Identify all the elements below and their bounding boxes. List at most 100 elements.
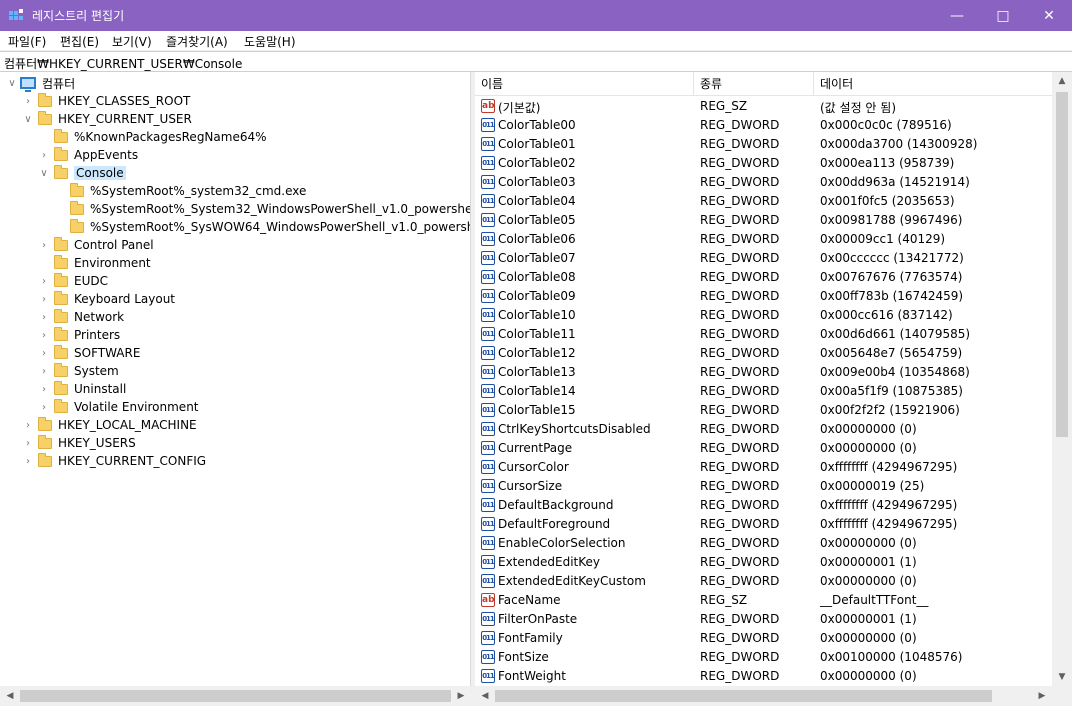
value-row[interactable]: 011 EnableColorSelection REG_DWORD 0x000000… — [475, 534, 1053, 553]
tree-item[interactable]: › Keyboard Layout — [38, 290, 175, 308]
value-row[interactable]: 011 ColorTable14 REG_DWORD 0x00a5f1f9 (1087… — [475, 382, 1053, 401]
value-row[interactable]: 011 ColorTable04 REG_DWORD 0x001f0fc5 (2035… — [475, 192, 1053, 211]
maximize-button[interactable]: □ — [980, 0, 1026, 31]
value-row[interactable]: 011 FilterOnPaste REG_DWORD 0x00000001 (1) — [475, 610, 1053, 629]
menu-edit[interactable]: 편집(E) — [60, 33, 99, 50]
menu-file[interactable]: 파일(F) — [8, 33, 46, 50]
chevron-right-icon[interactable]: › — [22, 434, 34, 452]
value-row[interactable]: 011 DefaultForeground REG_DWORD 0xffffffff … — [475, 515, 1053, 534]
chevron-down-icon[interactable]: ∨ — [38, 164, 50, 182]
value-row[interactable]: 011 ColorTable12 REG_DWORD 0x005648e7 (5654… — [475, 344, 1053, 363]
value-row[interactable]: 011 CtrlKeyShortcutsDisabled REG_DWORD 0x00… — [475, 420, 1053, 439]
close-button[interactable]: ✕ — [1026, 0, 1072, 31]
key-tree-pane[interactable]: ∨ 컴퓨터 › HKEY_CLASSES_ROOT ∨ HKEY_CURRENT_USER… — [0, 72, 471, 706]
chevron-right-icon[interactable]: › — [22, 416, 34, 434]
tree-item[interactable]: › HKEY_LOCAL_MACHINE — [22, 416, 197, 434]
scroll-down-icon[interactable]: ▼ — [1052, 668, 1072, 686]
tree-item[interactable]: %KnownPackagesRegName64% — [38, 128, 267, 146]
chevron-right-icon[interactable]: › — [38, 290, 50, 308]
folder-icon — [70, 200, 84, 215]
value-row[interactable]: 011 ColorTable09 REG_DWORD 0x00ff783b (1674… — [475, 287, 1053, 306]
value-row[interactable]: 011 ColorTable01 REG_DWORD 0x000da3700 (143… — [475, 135, 1053, 154]
tree-item[interactable]: › Volatile Environment — [38, 398, 199, 416]
tree-item[interactable]: › HKEY_CURRENT_CONFIG — [22, 452, 206, 470]
chevron-right-icon[interactable]: › — [38, 146, 50, 164]
tree-item[interactable]: ∨ Console — [38, 164, 126, 182]
scroll-right-icon[interactable]: ▶ — [1032, 687, 1052, 705]
value-row[interactable]: 011 ColorTable00 REG_DWORD 0x000c0c0c (7895… — [475, 116, 1053, 135]
tree-item[interactable]: ∨ HKEY_CURRENT_USER — [22, 110, 192, 128]
value-row[interactable]: 011 ColorTable06 REG_DWORD 0x00009cc1 (4012… — [475, 230, 1053, 249]
list-horizontal-scrollbar[interactable]: ◀ ▶ — [475, 686, 1072, 706]
tree-item[interactable]: %SystemRoot%_SysWOW64_WindowsPowerShell_… — [54, 218, 470, 236]
value-row[interactable]: 011 FontSize REG_DWORD 0x00100000 (1048576) — [475, 648, 1053, 667]
value-row[interactable]: ab FaceName REG_SZ __DefaultTTFont__ — [475, 591, 1053, 610]
value-row[interactable]: 011 ColorTable05 REG_DWORD 0x00981788 (9967… — [475, 211, 1053, 230]
value-row[interactable]: 011 ColorTable03 REG_DWORD 0x00dd963a (1452… — [475, 173, 1053, 192]
tree-item[interactable]: › Control Panel — [38, 236, 154, 254]
value-data: 0x00000000 (0) — [820, 669, 917, 683]
value-row[interactable]: 011 ExtendedEditKeyCustom REG_DWORD 0x00000… — [475, 572, 1053, 591]
address-text[interactable]: 컴퓨터₩HKEY_CURRENT_USER₩Console — [4, 55, 242, 72]
value-row[interactable]: 011 FontFamily REG_DWORD 0x00000000 (0) — [475, 629, 1053, 648]
tree-item[interactable]: › AppEvents — [38, 146, 138, 164]
chevron-right-icon[interactable]: › — [38, 362, 50, 380]
value-row[interactable]: 011 ColorTable07 REG_DWORD 0x00cccccc (1342… — [475, 249, 1053, 268]
tree-item[interactable]: › Network — [38, 308, 124, 326]
chevron-right-icon[interactable]: › — [22, 92, 34, 110]
list-hscroll-thumb[interactable] — [495, 690, 992, 702]
minimize-button[interactable]: — — [934, 0, 980, 31]
address-bar[interactable]: 컴퓨터₩HKEY_CURRENT_USER₩Console — [0, 51, 1072, 72]
tree-item[interactable]: %SystemRoot%_System32_WindowsPowerShell_… — [54, 200, 470, 218]
tree-item[interactable]: › Printers — [38, 326, 120, 344]
scroll-left-icon[interactable]: ◀ — [0, 687, 20, 705]
menu-view[interactable]: 보기(V) — [112, 33, 152, 50]
chevron-down-icon[interactable]: ∨ — [22, 110, 34, 128]
column-header-type[interactable]: 종류 — [694, 72, 814, 96]
value-row[interactable]: 011 CursorColor REG_DWORD 0xffffffff (42949… — [475, 458, 1053, 477]
value-list-pane[interactable]: 이름 종류 데이터 ab (기본값) REG_SZ (값 설정 안 됨) 011 Colo… — [475, 72, 1072, 706]
tree-item[interactable]: › EUDC — [38, 272, 108, 290]
scroll-right-icon[interactable]: ▶ — [451, 687, 471, 705]
value-row[interactable]: 011 ColorTable13 REG_DWORD 0x009e00b4 (1035… — [475, 363, 1053, 382]
chevron-right-icon[interactable]: › — [38, 236, 50, 254]
menu-favorites[interactable]: 즐겨찾기(A) — [166, 33, 228, 50]
tree-item[interactable]: ∨ 컴퓨터 — [6, 74, 75, 92]
chevron-right-icon[interactable]: › — [38, 344, 50, 362]
chevron-down-icon[interactable]: ∨ — [6, 74, 18, 92]
tree-item[interactable]: › HKEY_USERS — [22, 434, 136, 452]
value-row[interactable]: 011 CurrentPage REG_DWORD 0x00000000 (0) — [475, 439, 1053, 458]
menu-help[interactable]: 도움말(H) — [244, 33, 296, 50]
tree-horizontal-scrollbar[interactable]: ◀ ▶ — [0, 686, 471, 706]
value-row[interactable]: 011 ColorTable11 REG_DWORD 0x00d6d661 (1407… — [475, 325, 1053, 344]
value-row[interactable]: 011 CursorSize REG_DWORD 0x00000019 (25) — [475, 477, 1053, 496]
chevron-right-icon[interactable]: › — [38, 272, 50, 290]
column-header-data[interactable]: 데이터 — [814, 72, 1053, 96]
value-row[interactable]: 011 ColorTable08 REG_DWORD 0x00767676 (7763… — [475, 268, 1053, 287]
tree-item[interactable]: %SystemRoot%_system32_cmd.exe — [54, 182, 306, 200]
value-row[interactable]: 011 ColorTable15 REG_DWORD 0x00f2f2f2 (1592… — [475, 401, 1053, 420]
tree-item[interactable]: › Uninstall — [38, 380, 126, 398]
folder-icon — [38, 92, 52, 107]
value-row[interactable]: ab (기본값) REG_SZ (값 설정 안 됨) — [475, 97, 1053, 116]
tree-item[interactable]: › SOFTWARE — [38, 344, 140, 362]
chevron-right-icon[interactable]: › — [22, 452, 34, 470]
scroll-thumb[interactable] — [1056, 92, 1068, 437]
chevron-right-icon[interactable]: › — [38, 398, 50, 416]
tree-hscroll-thumb[interactable] — [20, 690, 451, 702]
scroll-left-icon[interactable]: ◀ — [475, 687, 495, 705]
tree-item[interactable]: › HKEY_CLASSES_ROOT — [22, 92, 190, 110]
chevron-right-icon[interactable]: › — [38, 380, 50, 398]
value-row[interactable]: 011 DefaultBackground REG_DWORD 0xffffffff … — [475, 496, 1053, 515]
scroll-up-icon[interactable]: ▲ — [1052, 72, 1072, 90]
tree-item[interactable]: Environment — [38, 254, 151, 272]
value-row[interactable]: 011 ColorTable02 REG_DWORD 0x000ea113 (9587… — [475, 154, 1053, 173]
value-row[interactable]: 011 FontWeight REG_DWORD 0x00000000 (0) — [475, 667, 1053, 686]
chevron-right-icon[interactable]: › — [38, 308, 50, 326]
tree-item[interactable]: › System — [38, 362, 119, 380]
value-row[interactable]: 011 ColorTable10 REG_DWORD 0x000cc616 (8371… — [475, 306, 1053, 325]
value-row[interactable]: 011 ExtendedEditKey REG_DWORD 0x00000001 (1… — [475, 553, 1053, 572]
column-header-name[interactable]: 이름 — [475, 72, 694, 96]
chevron-right-icon[interactable]: › — [38, 326, 50, 344]
list-vertical-scrollbar[interactable]: ▲ ▼ — [1052, 72, 1072, 686]
